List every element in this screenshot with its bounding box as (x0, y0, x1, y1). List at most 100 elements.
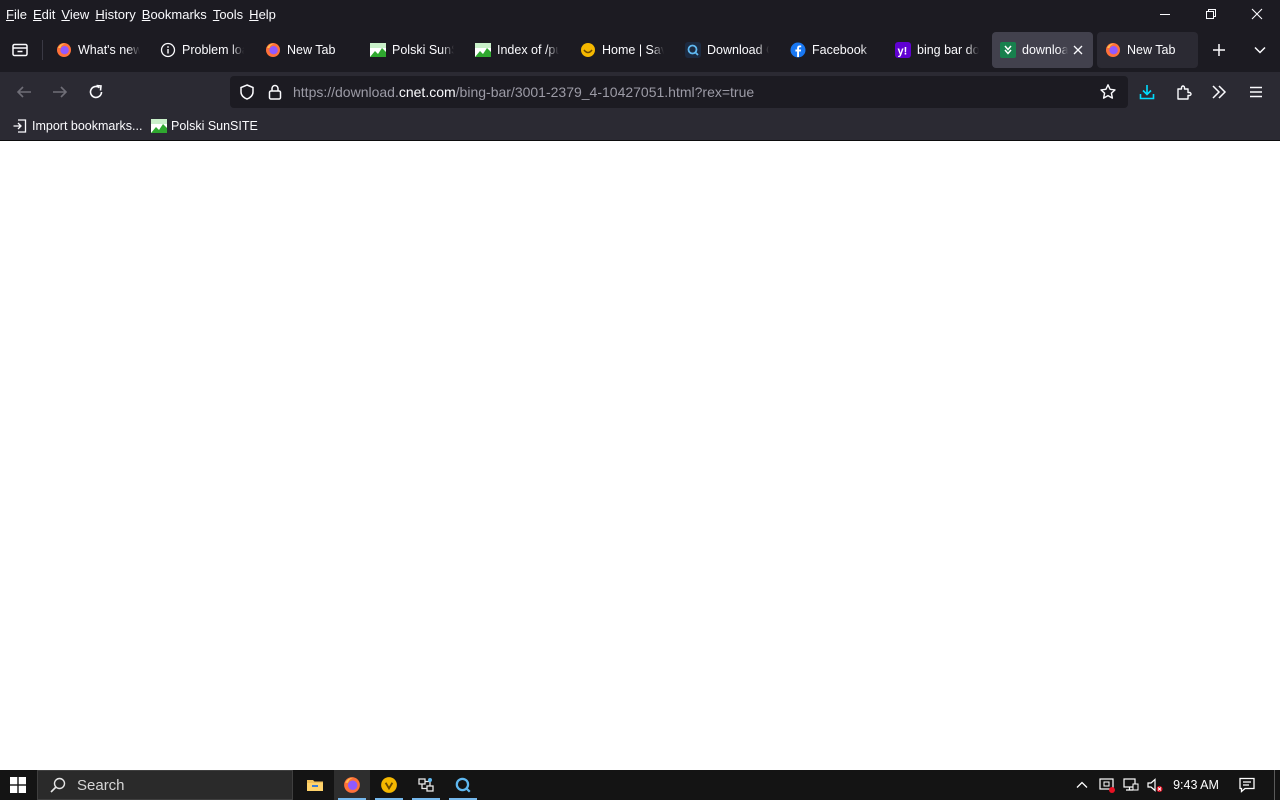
tray-volume[interactable] (1144, 770, 1166, 800)
tab-download-cnet[interactable]: download (992, 32, 1093, 68)
reload-icon (89, 84, 103, 99)
search-icon (50, 777, 66, 793)
windows-logo-icon (10, 777, 26, 793)
bookmark-polski-sunsite[interactable]: Polski SunSITE (151, 117, 258, 135)
tab-download-qualys[interactable]: Download Qualys (677, 32, 777, 68)
show-hidden-icons-button[interactable] (1072, 770, 1092, 800)
tab-new-tab-2[interactable]: New Tab (1097, 32, 1198, 68)
menu-tools[interactable]: Tools (213, 7, 248, 22)
tab-problem-loading[interactable]: Problem loading page (152, 32, 252, 68)
chevron-double-right-icon (1212, 85, 1227, 99)
tab-new-tab[interactable]: New Tab (257, 32, 357, 68)
savvy-icon (580, 42, 596, 58)
tab-home-savvy[interactable]: Home | Savvy (572, 32, 672, 68)
qualys-icon (455, 777, 471, 793)
tracking-protection-shield-icon[interactable] (237, 82, 257, 102)
address-bar[interactable]: https://download.cnet.com/bing-bar/3001-… (230, 76, 1128, 108)
sunsite-icon (475, 42, 491, 58)
list-all-tabs-button[interactable] (1246, 36, 1274, 64)
firefox-icon (344, 777, 360, 793)
close-window-button[interactable] (1234, 0, 1280, 28)
tab-whats-new[interactable]: What's new (48, 32, 148, 68)
window-controls (1142, 0, 1280, 28)
menu-file[interactable]: File (6, 7, 32, 22)
qualys-icon (685, 42, 701, 58)
overflow-button[interactable] (1205, 78, 1233, 106)
action-center-button[interactable] (1234, 770, 1260, 800)
new-tab-button[interactable] (1205, 36, 1233, 64)
taskbar-savvy-app[interactable] (371, 770, 407, 800)
page-content[interactable] (0, 141, 1280, 770)
info-icon (160, 42, 176, 58)
navigation-toolbar: https://download.cnet.com/bing-bar/3001-… (0, 72, 1280, 112)
extensions-button[interactable] (1170, 78, 1198, 106)
title-bar: File Edit View History Bookmarks Tools H… (0, 0, 1280, 28)
chevron-up-icon (1076, 781, 1088, 788)
downloads-button[interactable] (1133, 78, 1161, 106)
taskbar-firefox[interactable] (334, 770, 370, 800)
restore-button[interactable] (1188, 0, 1234, 28)
menu-bookmarks[interactable]: Bookmarks (142, 7, 212, 22)
cnet-icon (1000, 42, 1016, 58)
menu-help[interactable]: Help (249, 7, 281, 22)
tray-network[interactable] (1120, 770, 1142, 800)
lock-icon[interactable] (265, 82, 285, 102)
close-tab-button[interactable] (1070, 42, 1085, 58)
windows-taskbar: Search 9:43 AM (0, 770, 1280, 800)
network-icon (1123, 778, 1139, 791)
firefox-view-button[interactable] (6, 36, 34, 64)
minimize-button[interactable] (1142, 0, 1188, 28)
taskbar-file-explorer[interactable] (297, 770, 333, 800)
taskbar-qualys[interactable] (445, 770, 481, 800)
taskbar-network-tool[interactable] (408, 770, 444, 800)
bookmark-import-bookmarks[interactable]: Import bookmarks... (12, 117, 142, 135)
app-menu-button[interactable] (1242, 78, 1270, 106)
firefox-view-icon (12, 43, 28, 57)
chevron-down-icon (1254, 46, 1266, 54)
network-tool-icon (418, 778, 434, 792)
menu-view[interactable]: View (61, 7, 94, 22)
arrow-right-icon (53, 86, 68, 98)
yahoo-icon: y! (895, 42, 911, 58)
notification-icon (1239, 777, 1255, 793)
bookmarks-toolbar: Import bookmarks... Polski SunSITE (0, 112, 1280, 141)
tray-security-status[interactable] (1096, 770, 1118, 800)
import-icon (12, 118, 28, 134)
savvy-icon (381, 777, 397, 793)
volume-muted-icon (1147, 778, 1163, 792)
forward-button[interactable] (46, 78, 74, 106)
taskbar-clock[interactable]: 9:43 AM (1166, 770, 1226, 800)
facebook-icon (790, 42, 806, 58)
tab-index-of-pub[interactable]: Index of /pub (467, 32, 567, 68)
close-icon (1251, 8, 1263, 20)
restore-icon (1206, 9, 1216, 19)
reload-button[interactable] (82, 78, 110, 106)
security-warning-icon (1099, 778, 1115, 793)
menu-edit[interactable]: Edit (33, 7, 60, 22)
tab-polski-sunsite[interactable]: Polski SunSITE (362, 32, 462, 68)
hamburger-menu-icon (1250, 86, 1262, 98)
minimize-icon (1160, 14, 1170, 15)
plus-icon (1213, 44, 1225, 56)
firefox-icon (56, 42, 72, 58)
sunsite-icon (151, 118, 167, 134)
taskbar-search-box[interactable]: Search (37, 770, 293, 800)
folder-icon (307, 780, 323, 791)
tab-facebook[interactable]: Facebook (782, 32, 882, 68)
start-button[interactable] (0, 770, 36, 800)
close-icon (1073, 45, 1083, 55)
tab-bing-bar-download[interactable]: y! bing bar download (887, 32, 987, 68)
url-text[interactable]: https://download.cnet.com/bing-bar/3001-… (293, 84, 754, 100)
firefox-icon (265, 42, 281, 58)
back-button[interactable] (10, 78, 38, 106)
menu-bar: File Edit View History Bookmarks Tools H… (0, 4, 282, 24)
puzzle-icon (1177, 85, 1192, 100)
svg-text:y!: y! (898, 46, 908, 58)
firefox-icon (1105, 42, 1121, 58)
tab-strip: What's new Problem loading page New Tab … (0, 28, 1280, 72)
menu-history[interactable]: History (95, 7, 140, 22)
sunsite-icon (370, 42, 386, 58)
show-desktop-button[interactable] (1274, 770, 1275, 800)
arrow-left-icon (16, 86, 31, 98)
bookmark-star-icon[interactable] (1098, 82, 1118, 102)
